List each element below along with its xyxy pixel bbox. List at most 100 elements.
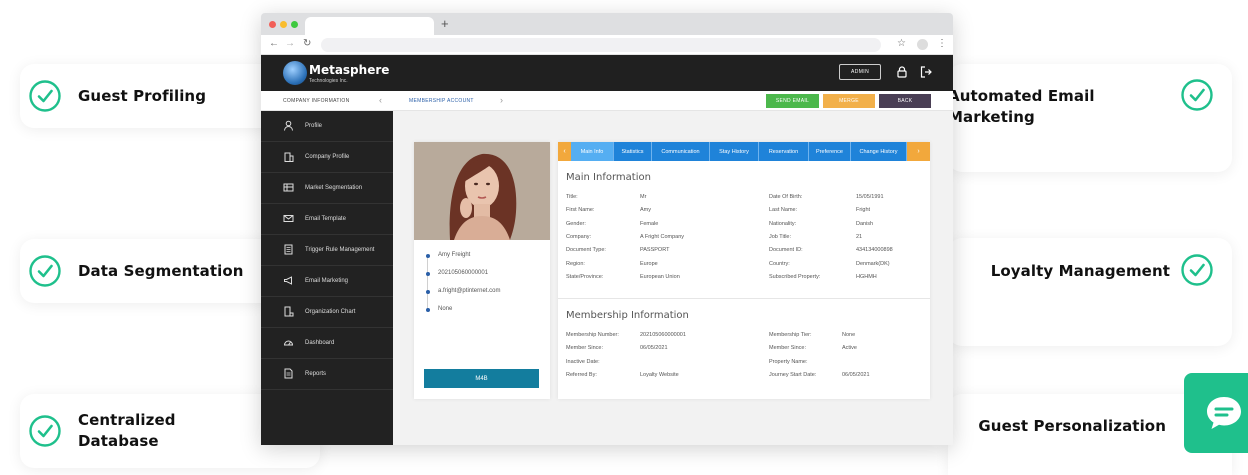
field-label: Job Title: xyxy=(769,233,792,240)
profile-membership-number: 202105060000001 xyxy=(426,270,500,288)
sidebar-item-email-marketing[interactable]: Email Marketing xyxy=(261,266,393,297)
browser-window: + ← → ↻ ☆ ⋮ Metasphere Technologies Inc.… xyxy=(261,13,953,445)
field-label: Referred By: xyxy=(566,371,597,378)
close-window-dot[interactable] xyxy=(269,21,276,28)
sidebar-item-label: Email Marketing xyxy=(305,278,349,284)
profile-email: a.fright@ptinternet.com xyxy=(426,288,500,306)
reload-icon[interactable]: ↻ xyxy=(303,38,311,49)
user-icon xyxy=(284,120,293,131)
maximize-window-dot[interactable] xyxy=(291,21,298,28)
rules-icon xyxy=(284,244,293,255)
sidebar-item-label: Reports xyxy=(305,371,327,377)
back-button[interactable]: BACK xyxy=(879,94,931,108)
star-icon[interactable]: ☆ xyxy=(897,38,906,49)
feature-loyalty-management: Loyalty Management xyxy=(948,238,1232,346)
gauge-icon xyxy=(283,340,294,346)
field-label: Membership Number: xyxy=(566,332,619,338)
field-value: PASSPORT xyxy=(640,247,670,254)
brand-subtitle: Technologies Inc. xyxy=(309,78,348,84)
lock-icon[interactable] xyxy=(895,65,909,79)
field-label: Nationality: xyxy=(769,220,797,227)
profile-name: Amy Freight xyxy=(426,252,500,270)
sidebar-item-market-segmentation[interactable]: Market Segmentation xyxy=(261,173,393,204)
sidebar-item-profile[interactable]: Profile xyxy=(261,111,393,142)
feature-label-line2: Database xyxy=(78,432,159,450)
feature-label: Guest Personalization xyxy=(978,417,1166,435)
m4b-button[interactable]: M4B xyxy=(424,369,539,388)
section-divider xyxy=(558,298,930,299)
sidebar-item-label: Dashboard xyxy=(305,340,335,346)
field-value: Female xyxy=(640,220,659,227)
admin-button[interactable]: ADMIN xyxy=(839,64,882,80)
feature-label: Automated Email Marketing xyxy=(948,87,1095,126)
address-bar[interactable] xyxy=(321,38,881,52)
tab-reservation[interactable]: Reservation xyxy=(759,142,809,161)
field-label: Subscribed Property: xyxy=(769,273,821,280)
sidebar-item-dashboard[interactable]: Dashboard xyxy=(261,328,393,359)
field-value: Active xyxy=(842,345,857,352)
field-label: First Name: xyxy=(566,207,595,214)
send-email-button[interactable]: SEND EMAIL xyxy=(766,94,819,108)
tab-change-history[interactable]: Change History xyxy=(851,142,907,161)
profile-avatar[interactable] xyxy=(917,39,928,50)
chat-bubble-icon xyxy=(1207,397,1241,429)
profile-extra: None xyxy=(426,306,500,324)
field-label: State/Province: xyxy=(566,273,604,280)
browser-tab[interactable] xyxy=(305,17,434,35)
new-tab-button[interactable]: + xyxy=(441,16,449,31)
sidebar-item-label: Trigger Rule Management xyxy=(305,247,375,253)
tab-communication[interactable]: Communication xyxy=(652,142,710,161)
org-chart-icon xyxy=(284,306,294,317)
guest-portrait-image xyxy=(414,142,550,240)
sidebar-item-label: Organization Chart xyxy=(305,309,356,315)
next-chevron-icon[interactable]: › xyxy=(500,95,503,105)
feature-label-line1: Centralized xyxy=(78,411,176,429)
browser-toolbar: ← → ↻ ☆ ⋮ xyxy=(261,35,953,55)
company-info-link[interactable]: COMPANY INFORMATION xyxy=(283,98,350,104)
feature-label: Centralized Database xyxy=(78,410,176,452)
sidebar-item-reports[interactable]: Reports xyxy=(261,359,393,390)
back-arrow-icon[interactable]: ← xyxy=(269,38,279,49)
field-label: Membership Tier: xyxy=(769,332,812,338)
tab-stay-history[interactable]: Stay History xyxy=(710,142,759,161)
profile-card: Amy Freight 202105060000001 a.fright@pti… xyxy=(414,142,550,399)
field-value: 434134000898 xyxy=(856,247,893,254)
chat-widget-button[interactable] xyxy=(1184,373,1248,453)
tab-preference[interactable]: Preference xyxy=(809,142,851,161)
field-value: Denmark(DK) xyxy=(856,260,890,267)
field-value: 06/05/2021 xyxy=(640,345,668,352)
sidebar-item-trigger-rule-management[interactable]: Trigger Rule Management xyxy=(261,235,393,266)
field-label: Region: xyxy=(566,260,585,267)
logout-icon[interactable] xyxy=(919,65,933,79)
sidebar: Profile Company Profile Market Segmentat… xyxy=(261,111,393,445)
sidebar-item-label: Market Segmentation xyxy=(305,185,363,191)
check-circle-icon xyxy=(1181,254,1213,286)
menu-dots-icon[interactable]: ⋮ xyxy=(937,38,947,49)
account-subbar: COMPANY INFORMATION ‹ MEMBERSHIP ACCOUNT… xyxy=(261,91,953,111)
field-label: Title: xyxy=(566,194,578,200)
field-value: Loyalty Website xyxy=(640,371,679,378)
tab-statistics[interactable]: Statistics xyxy=(614,142,652,161)
sidebar-item-email-template[interactable]: Email Template xyxy=(261,204,393,235)
sidebar-item-organization-chart[interactable]: Organization Chart xyxy=(261,297,393,328)
field-value: Mr xyxy=(640,194,647,200)
field-value: None xyxy=(842,332,856,338)
envelope-icon xyxy=(283,215,294,222)
feature-label: Data Segmentation xyxy=(78,261,244,280)
prev-chevron-icon[interactable]: ‹ xyxy=(379,95,382,105)
membership-account-link[interactable]: MEMBERSHIP ACCOUNT xyxy=(409,98,474,104)
field-label: Property Name: xyxy=(769,358,808,365)
megaphone-icon xyxy=(284,276,292,285)
minimize-window-dot[interactable] xyxy=(280,21,287,28)
sidebar-item-company-profile[interactable]: Company Profile xyxy=(261,142,393,173)
merge-button[interactable]: MERGE xyxy=(823,94,875,108)
field-value: A Fright Company xyxy=(640,233,685,240)
field-label: Member Since: xyxy=(566,345,603,352)
field-value: 202105060000001 xyxy=(640,332,686,338)
field-label: Inactive Date: xyxy=(566,358,600,365)
tab-main-info[interactable]: Main Info xyxy=(571,142,614,161)
tabs-next-arrow[interactable]: › xyxy=(907,142,930,161)
tabs-prev-arrow[interactable]: ‹ xyxy=(558,142,571,161)
forward-arrow-icon[interactable]: → xyxy=(285,38,295,49)
field-value: European Union xyxy=(640,273,680,280)
